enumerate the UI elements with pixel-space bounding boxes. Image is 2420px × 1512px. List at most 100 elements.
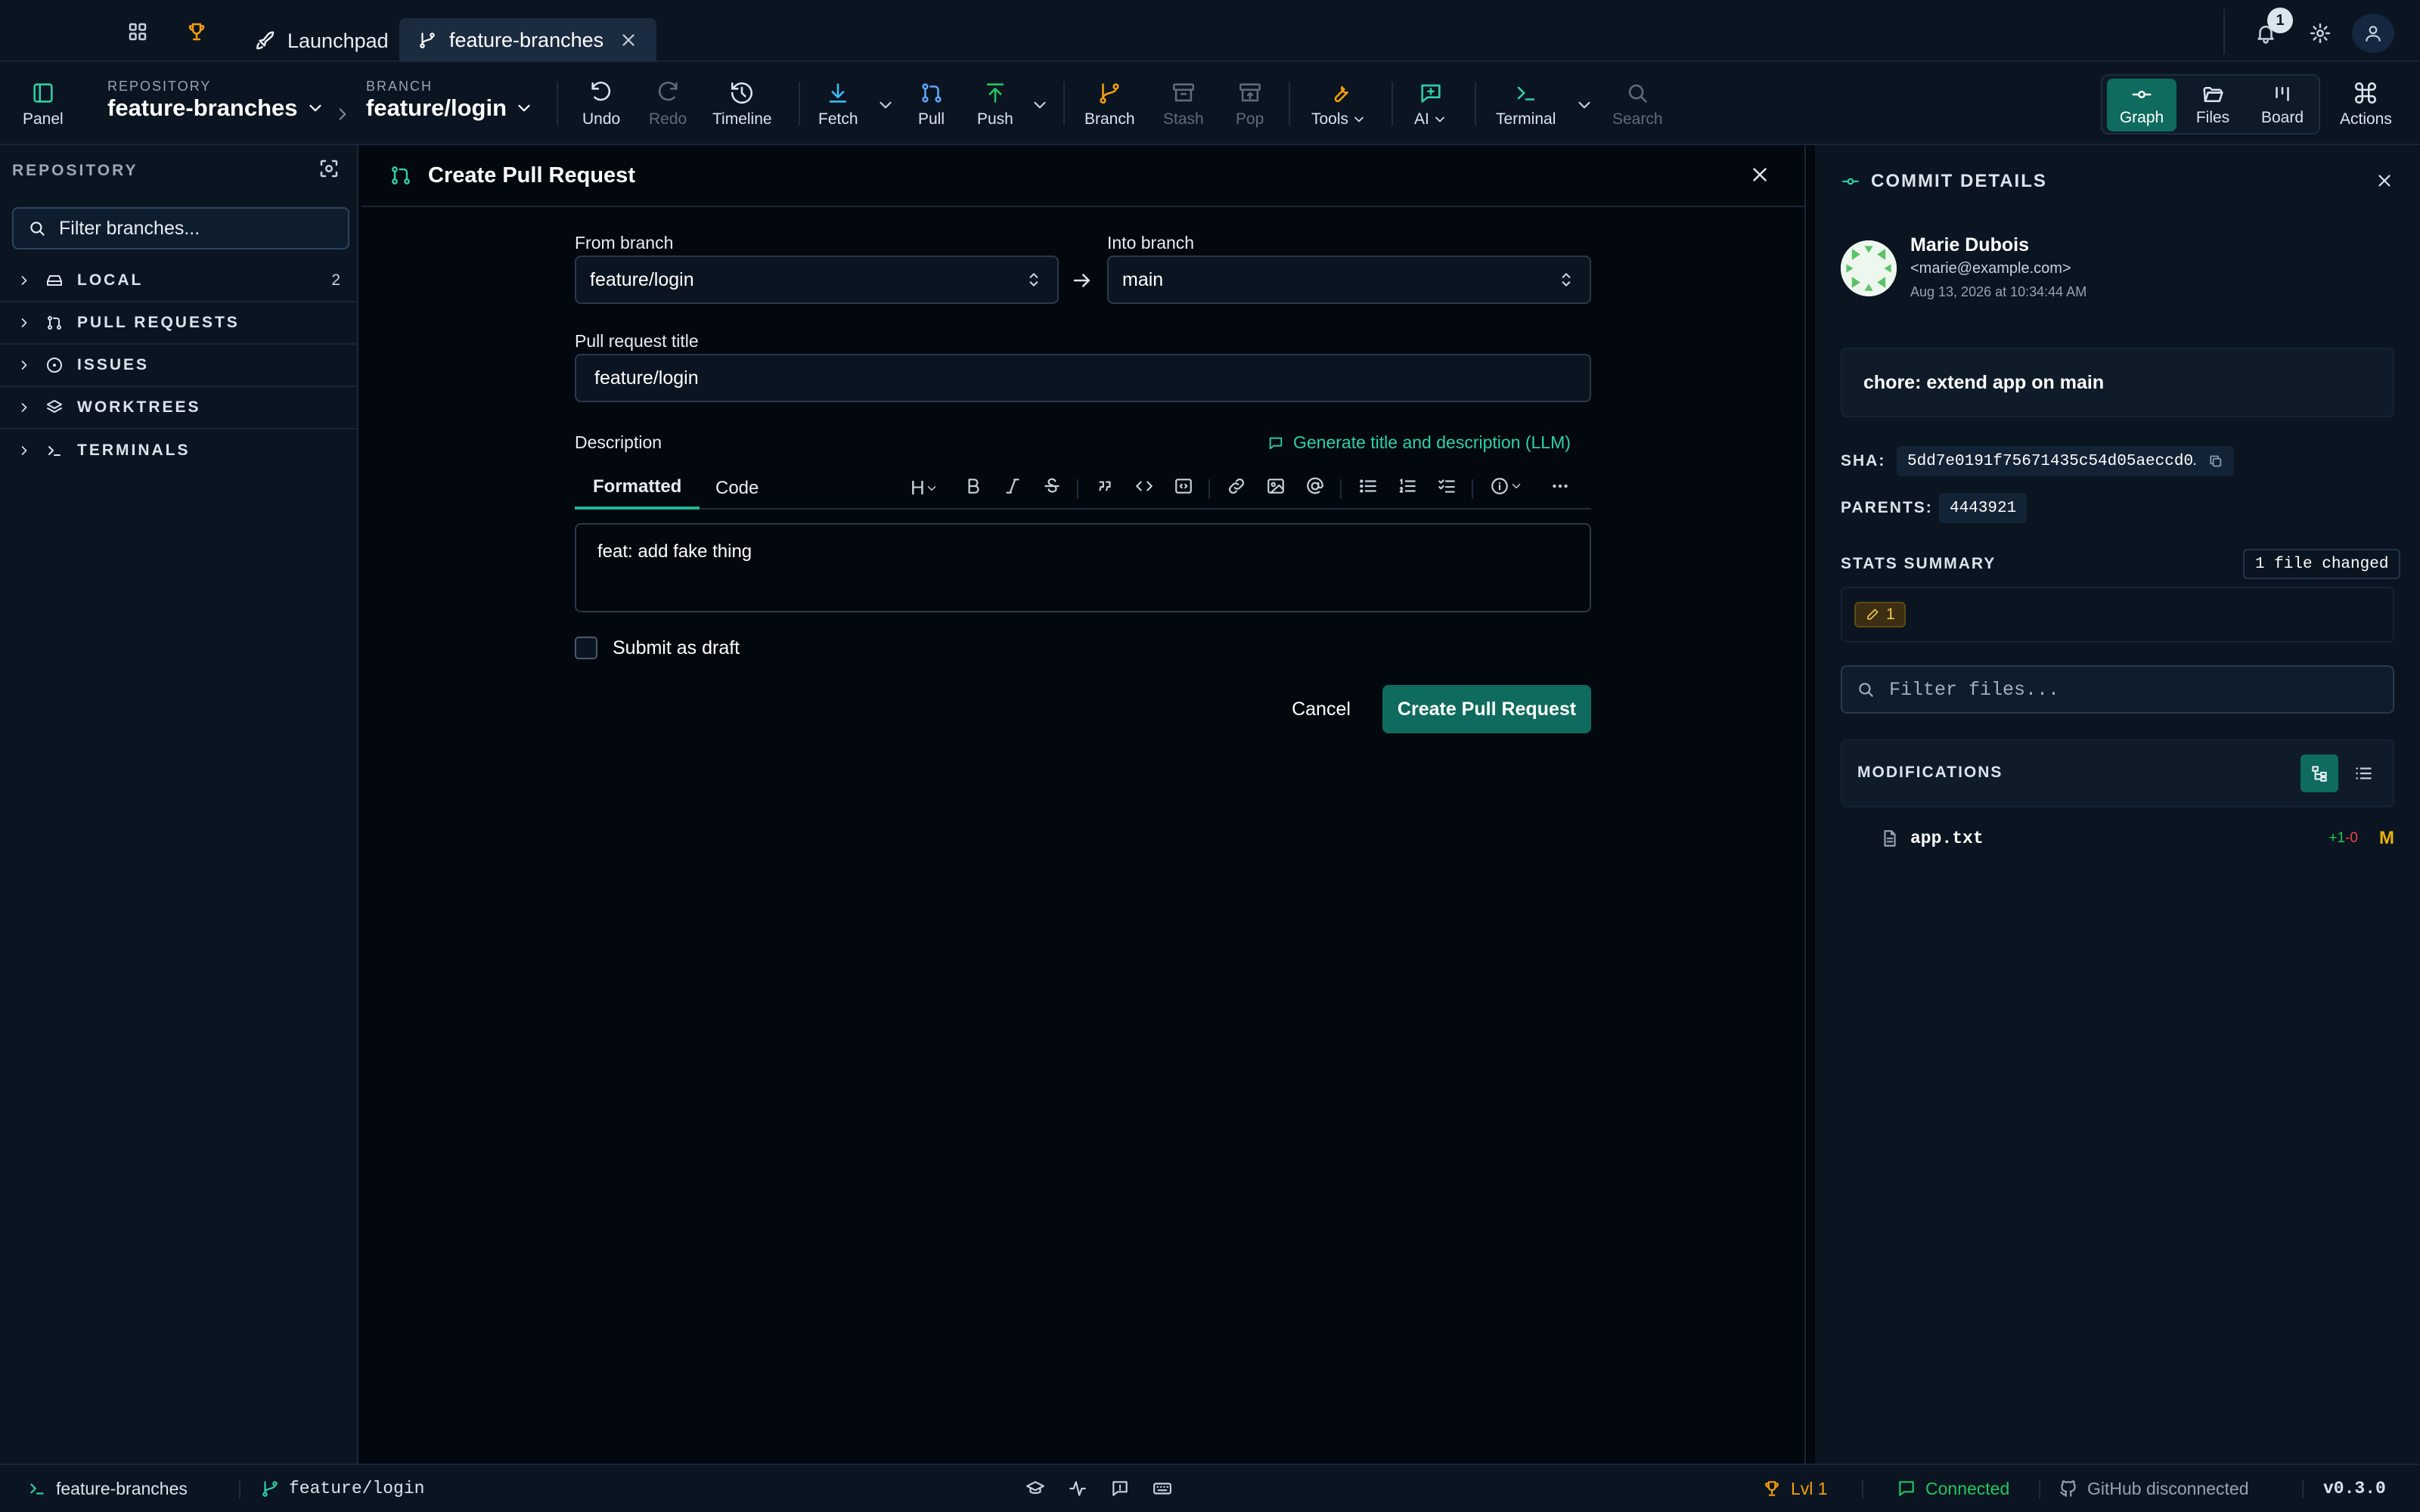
chevron-down-icon xyxy=(309,104,321,112)
copy-icon[interactable] xyxy=(2208,454,2223,469)
view-board-button[interactable]: Board xyxy=(2248,79,2317,132)
push-options-chevron-icon[interactable] xyxy=(1030,95,1050,115)
numbered-list-icon[interactable] xyxy=(1398,476,1417,496)
sidebar-section-local[interactable]: LOCAL 2 xyxy=(0,260,357,302)
status-branch[interactable]: feature/login xyxy=(260,1465,424,1512)
pull-button[interactable]: Pull xyxy=(918,80,945,129)
divider xyxy=(1289,82,1290,125)
link-icon[interactable] xyxy=(1227,476,1246,496)
view-graph-button[interactable]: Graph xyxy=(2107,79,2176,132)
terminal-button[interactable]: Terminal xyxy=(1496,80,1556,129)
close-icon[interactable] xyxy=(1748,163,1771,186)
mention-icon[interactable] xyxy=(1305,476,1325,496)
modified-count-badge: 1 xyxy=(1854,602,1906,627)
panel-button[interactable]: Panel xyxy=(23,80,64,129)
tab-launchpad[interactable]: Launchpad xyxy=(242,18,401,64)
sidebar-section-worktrees[interactable]: WORKTREES xyxy=(0,387,357,429)
into-branch-select[interactable]: main xyxy=(1107,256,1591,304)
description-editor[interactable]: feat: add fake thing xyxy=(575,523,1591,612)
tree-view-toggle[interactable] xyxy=(2301,754,2338,792)
sha-chip[interactable]: 5dd7e0191f75671435c54d05aeccd0… xyxy=(1897,446,2234,476)
sidebar-section-terminals[interactable]: TERMINALS xyxy=(0,429,357,472)
bullet-list-icon[interactable] xyxy=(1358,476,1378,496)
sidebar-section-pull-requests[interactable]: PULL REQUESTS xyxy=(0,302,357,345)
list-view-toggle[interactable] xyxy=(2344,754,2382,792)
filter-branches-input[interactable]: Filter branches... xyxy=(12,207,349,249)
task-list-icon[interactable] xyxy=(1437,476,1457,496)
submit-as-draft-label: Submit as draft xyxy=(613,637,740,658)
chat-icon xyxy=(1899,1481,1914,1496)
more-horizontal-icon[interactable] xyxy=(1550,476,1570,496)
divider xyxy=(557,82,558,125)
account-button[interactable] xyxy=(2352,14,2394,53)
keyboard-icon[interactable] xyxy=(1153,1479,1172,1498)
file-row[interactable]: app.txt +1 -0 M xyxy=(1880,823,2394,854)
status-repo[interactable]: feature-branches xyxy=(27,1465,188,1512)
search-button[interactable]: Search xyxy=(1612,80,1663,129)
gear-icon xyxy=(2310,23,2331,44)
branch-selector[interactable]: BRANCH feature/login xyxy=(366,79,534,122)
tab-code[interactable]: Code xyxy=(697,467,777,510)
graduation-cap-icon[interactable] xyxy=(1025,1479,1045,1498)
view-files-button[interactable]: Files xyxy=(2178,79,2248,132)
code-block-icon[interactable] xyxy=(1174,476,1193,496)
fetch-options-chevron-icon[interactable] xyxy=(876,95,895,115)
divider xyxy=(1077,479,1078,499)
actions-button[interactable]: Actions xyxy=(2340,80,2392,129)
close-icon[interactable] xyxy=(2375,171,2394,191)
italic-icon[interactable] xyxy=(1003,476,1022,496)
image-icon[interactable] xyxy=(1266,476,1286,496)
tab-feature-branches[interactable]: feature-branches xyxy=(399,18,656,62)
ai-button[interactable]: AI xyxy=(1414,80,1447,129)
close-tab-icon[interactable] xyxy=(619,30,638,50)
parent-commit-chip[interactable]: 4443921 xyxy=(1939,493,2028,523)
fetch-button[interactable]: Fetch xyxy=(818,80,858,129)
divider xyxy=(2302,1480,2304,1498)
avatar xyxy=(1841,240,1897,296)
divider xyxy=(1208,479,1210,499)
focus-icon[interactable] xyxy=(318,157,340,180)
status-github[interactable]: GitHub disconnected xyxy=(2059,1465,2249,1512)
heading-button[interactable]: H xyxy=(911,476,939,500)
redo-button[interactable]: Redo xyxy=(649,80,687,129)
from-branch-select[interactable]: feature/login xyxy=(575,256,1059,304)
status-level[interactable]: Lvl 1 xyxy=(1762,1465,1828,1512)
description-label: Description xyxy=(575,432,662,452)
search-icon xyxy=(1859,683,1873,697)
bold-icon[interactable] xyxy=(963,476,983,496)
activity-icon[interactable] xyxy=(1068,1479,1087,1498)
generate-description-link[interactable]: Generate title and description (LLM) xyxy=(1267,432,1571,453)
achievements-button[interactable] xyxy=(180,15,213,48)
tab-formatted[interactable]: Formatted xyxy=(575,467,700,510)
status-connection[interactable]: Connected xyxy=(1897,1465,2009,1512)
cancel-button[interactable]: Cancel xyxy=(1270,685,1372,733)
branch-button[interactable]: Branch xyxy=(1084,80,1135,129)
sha-label: SHA: xyxy=(1841,452,1886,469)
sidebar-section-issues[interactable]: ISSUES xyxy=(0,345,357,387)
stash-button[interactable]: Stash xyxy=(1163,80,1204,129)
chevron-right-icon xyxy=(339,108,346,120)
pop-button[interactable]: Pop xyxy=(1236,80,1264,129)
code-icon[interactable] xyxy=(1134,476,1154,496)
filter-files-input[interactable]: Filter files... xyxy=(1841,665,2394,714)
settings-button[interactable] xyxy=(2304,17,2337,50)
undo-button[interactable]: Undo xyxy=(582,80,620,129)
terminal-options-chevron-icon[interactable] xyxy=(1575,95,1594,115)
strikethrough-icon[interactable] xyxy=(1042,476,1062,496)
submit-as-draft-checkbox[interactable] xyxy=(575,637,597,659)
create-pull-request-button[interactable]: Create Pull Request xyxy=(1382,685,1591,733)
repository-sidebar: REPOSITORY Filter branches... LOCAL 2 PU… xyxy=(0,145,358,1464)
undo-label: Undo xyxy=(582,110,621,128)
tools-button[interactable]: Tools xyxy=(1311,80,1367,129)
push-button[interactable]: Push xyxy=(977,80,1013,129)
quote-icon[interactable] xyxy=(1095,476,1115,496)
panel-label: Panel xyxy=(23,110,64,128)
timeline-button[interactable]: Timeline xyxy=(712,80,772,129)
apps-button[interactable] xyxy=(121,15,154,48)
repository-selector[interactable]: REPOSITORY feature-branches xyxy=(107,79,325,122)
fetch-label: Fetch xyxy=(818,110,858,128)
from-branch-label: From branch xyxy=(575,233,674,253)
pr-title-input[interactable]: feature/login xyxy=(575,354,1591,402)
callout-button[interactable] xyxy=(1490,476,1523,496)
feedback-icon[interactable] xyxy=(1110,1479,1130,1498)
